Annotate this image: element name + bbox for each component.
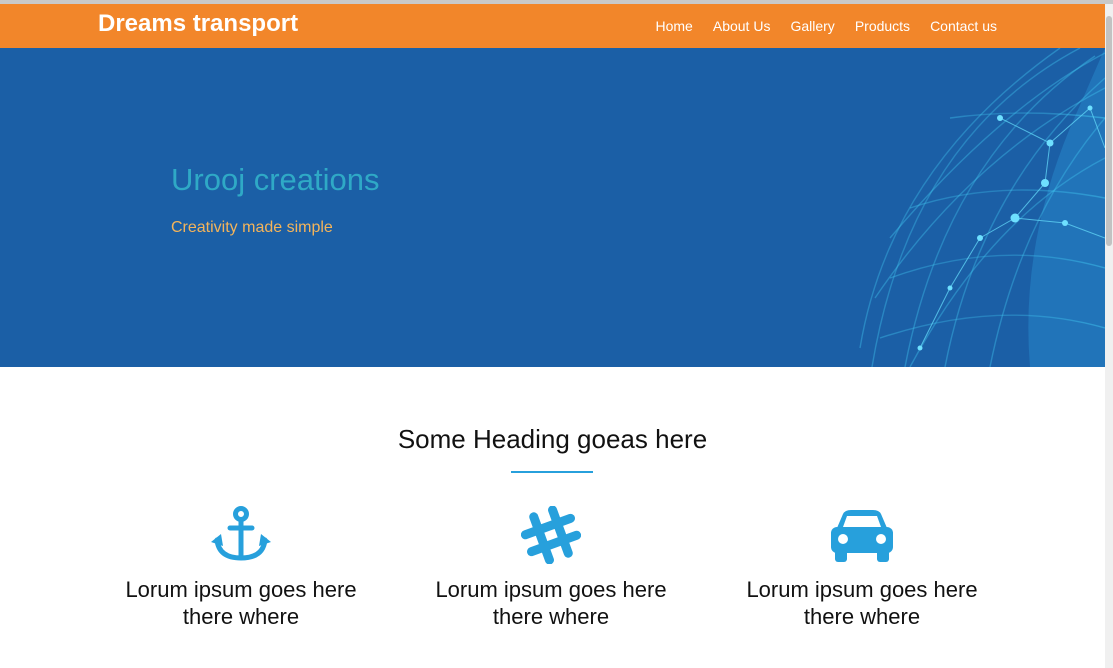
car-icon	[831, 510, 893, 562]
hero-title: Urooj creations	[171, 162, 380, 197]
feature-text: Lorum ipsum goes here there where	[86, 576, 396, 630]
hero-banner: Urooj creations Creativity made simple	[0, 48, 1105, 367]
hero-subtitle: Creativity made simple	[171, 219, 333, 236]
navbar: Dreams transport Home About Us Gallery P…	[0, 4, 1105, 48]
globe-network-graphic	[859, 48, 1105, 367]
nav-contact-us[interactable]: Contact us	[930, 18, 997, 34]
feature-text-line2: there where	[492, 604, 610, 629]
hashtag-icon	[521, 506, 581, 564]
brand-link[interactable]: Dreams transport	[98, 10, 298, 38]
feature-card: Lorum ipsum goes here there where	[396, 506, 706, 630]
feature-text-line2: there where	[803, 604, 921, 629]
feature-text-line1: Lorum ipsum goes here	[125, 577, 357, 602]
nav-menu: Home About Us Gallery Products Contact u…	[656, 18, 998, 34]
scrollbar-thumb[interactable]	[1106, 16, 1112, 246]
nav-gallery[interactable]: Gallery	[790, 18, 834, 34]
feature-text-line2: there where	[182, 604, 300, 629]
feature-text-line1: Lorum ipsum goes here	[435, 577, 667, 602]
anchor-icon	[211, 506, 271, 561]
feature-card: Lorum ipsum goes here there where	[86, 506, 396, 630]
scrollbar-track[interactable]	[1105, 4, 1113, 668]
heading-divider	[511, 471, 593, 473]
nav-about-us[interactable]: About Us	[713, 18, 771, 34]
feature-text: Lorum ipsum goes here there where	[396, 576, 706, 630]
section-heading: Some Heading goeas here	[397, 424, 708, 454]
feature-card: Lorum ipsum goes here there where	[707, 506, 1017, 630]
nav-products[interactable]: Products	[855, 18, 910, 34]
feature-text: Lorum ipsum goes here there where	[707, 576, 1017, 630]
nav-home[interactable]: Home	[656, 18, 693, 34]
feature-text-line1: Lorum ipsum goes here	[746, 577, 978, 602]
